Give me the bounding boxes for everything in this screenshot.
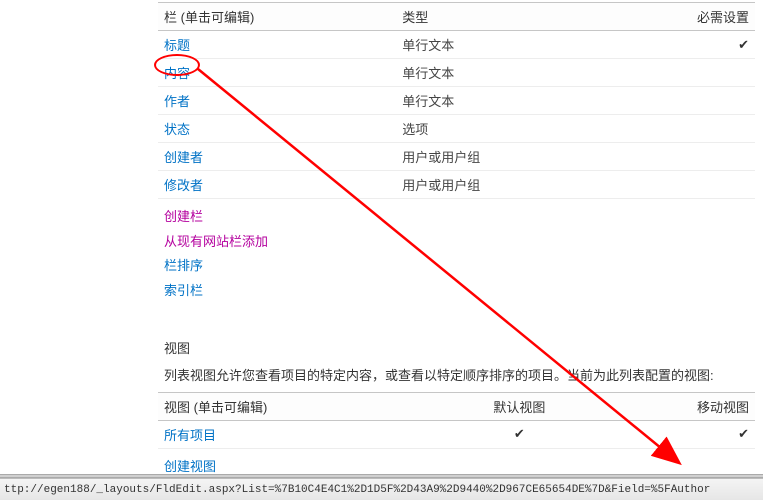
table-row: 标题 单行文本 ✔ xyxy=(158,31,755,59)
create-view-link[interactable]: 创建视图 xyxy=(164,459,216,474)
column-required-cell xyxy=(606,87,755,115)
column-link-title[interactable]: 标题 xyxy=(164,38,190,53)
columns-header-type: 类型 xyxy=(396,3,606,31)
view-link-allitems[interactable]: 所有项目 xyxy=(164,428,216,443)
column-link-status[interactable]: 状态 xyxy=(164,122,190,137)
column-link-author[interactable]: 作者 xyxy=(164,94,190,109)
column-type-cell: 用户或用户组 xyxy=(396,143,606,171)
views-header-default: 默认视图 xyxy=(441,392,598,420)
column-link-creator[interactable]: 创建者 xyxy=(164,150,203,165)
columns-header-name: 栏 (单击可编辑) xyxy=(158,3,396,31)
columns-table: 栏 (单击可编辑) 类型 必需设置 标题 单行文本 ✔ 内容 单行文本 作者 单… xyxy=(158,2,755,199)
view-mobile-cell: ✔ xyxy=(598,420,755,448)
table-row: 内容 单行文本 xyxy=(158,59,755,87)
column-type-cell: 选项 xyxy=(396,115,606,143)
table-row: 状态 选项 xyxy=(158,115,755,143)
column-required-cell xyxy=(606,115,755,143)
column-link-content[interactable]: 内容 xyxy=(164,66,190,81)
column-required-cell xyxy=(606,171,755,199)
create-column-link[interactable]: 创建栏 xyxy=(164,209,203,224)
table-row: 修改者 用户或用户组 xyxy=(158,171,755,199)
column-type-cell: 用户或用户组 xyxy=(396,171,606,199)
column-link-modifier[interactable]: 修改者 xyxy=(164,178,203,193)
columns-header-required: 必需设置 xyxy=(606,3,755,31)
column-required-cell xyxy=(606,59,755,87)
table-row: 创建者 用户或用户组 xyxy=(158,143,755,171)
column-required-cell: ✔ xyxy=(606,31,755,59)
column-required-cell xyxy=(606,143,755,171)
column-type-cell: 单行文本 xyxy=(396,31,606,59)
views-header-mobile: 移动视图 xyxy=(598,392,755,420)
table-row: 作者 单行文本 xyxy=(158,87,755,115)
status-url-text: ttp://egen188/_layouts/FldEdit.aspx?List… xyxy=(0,484,710,496)
table-row: 所有项目 ✔ ✔ xyxy=(158,420,755,448)
column-type-cell: 单行文本 xyxy=(396,87,606,115)
views-table: 视图 (单击可编辑) 默认视图 移动视图 所有项目 ✔ ✔ xyxy=(158,392,755,449)
status-bar: ttp://egen188/_layouts/FldEdit.aspx?List… xyxy=(0,478,763,500)
column-order-link[interactable]: 栏排序 xyxy=(164,258,203,273)
column-type-cell: 单行文本 xyxy=(396,59,606,87)
index-column-link[interactable]: 索引栏 xyxy=(164,283,203,298)
add-from-site-link[interactable]: 从现有网站栏添加 xyxy=(164,234,268,249)
views-heading: 视图 xyxy=(158,334,755,361)
view-default-cell: ✔ xyxy=(441,420,598,448)
views-header-name: 视图 (单击可编辑) xyxy=(158,392,441,420)
views-description: 列表视图允许您查看项目的特定内容，或查看以特定顺序排序的项目。当前为此列表配置的… xyxy=(158,361,755,392)
